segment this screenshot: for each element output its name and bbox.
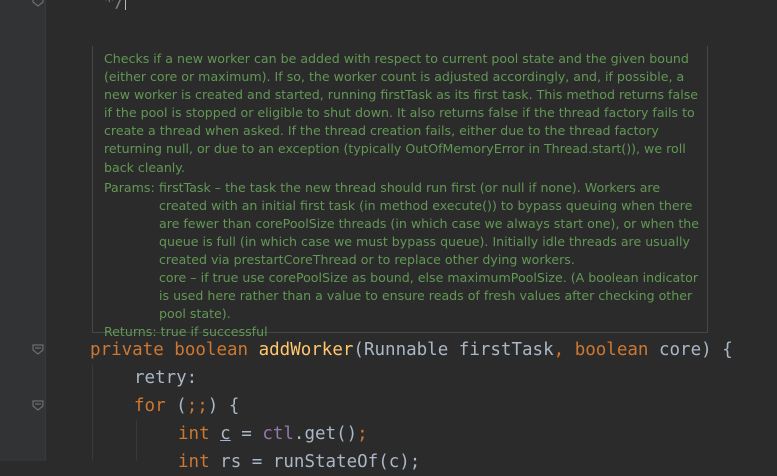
field-ctl: ctl: [262, 424, 294, 444]
label-retry: retry:: [134, 368, 198, 388]
comment-end: */: [104, 0, 126, 12]
semicolon: ;: [357, 424, 368, 444]
keyword-boolean-2: boolean: [574, 340, 659, 360]
code-line-method-signature[interactable]: private boolean addWorker(Runnable first…: [90, 336, 733, 364]
assign: =: [230, 424, 263, 444]
keyword-int: int: [178, 452, 221, 472]
var-c: c: [220, 424, 231, 444]
param-runnable: (Runnable firstTask: [353, 340, 554, 360]
call-get: .get(): [293, 424, 358, 444]
code-line-retry[interactable]: retry:: [134, 364, 197, 392]
code-line-int-c[interactable]: int c = ctl.get();: [178, 420, 368, 448]
param-core: core) {: [658, 340, 733, 360]
text-caret: [125, 0, 127, 10]
for-close: ) {: [207, 396, 240, 416]
paren-open: (: [176, 396, 187, 416]
indent-guide: [92, 365, 93, 461]
fold-marker-icon[interactable]: [32, 400, 44, 412]
editor-gutter: [0, 0, 45, 461]
gutter-separator: [45, 0, 46, 461]
params-body: firstTask – the task the new thread shou…: [159, 179, 704, 324]
param-core: core – if true use corePoolSize as bound…: [159, 270, 699, 322]
keyword-private: private: [90, 340, 175, 360]
params-label: Params:: [104, 179, 155, 195]
fold-marker-icon[interactable]: [32, 0, 44, 8]
fold-marker-icon[interactable]: [32, 344, 44, 356]
param-firsttask: firstTask – the task the new thread shou…: [159, 179, 700, 268]
method-name: addWorker: [258, 340, 354, 360]
keyword-boolean: boolean: [174, 340, 259, 360]
assign: =: [241, 452, 273, 472]
doc-description: Checks if a new worker can be added with…: [104, 51, 699, 175]
keyword-for: for: [134, 396, 177, 416]
comment-end-line: */: [104, 0, 127, 16]
doc-params: Params: firstTask – the task the new thr…: [104, 179, 704, 324]
code-line-int-rs[interactable]: int rs = runStateOf(c);: [178, 448, 420, 476]
doc-text: Checks if a new worker can be added with…: [104, 50, 704, 342]
indent-guide: [136, 420, 137, 461]
for-semicolons: ;;: [186, 396, 208, 416]
call-runstateof: runStateOf(c);: [272, 452, 421, 472]
comma: ,: [553, 340, 575, 360]
code-line-for[interactable]: for (;;) {: [134, 392, 239, 420]
keyword-int: int: [178, 424, 221, 444]
var-rs: rs: [220, 452, 242, 472]
